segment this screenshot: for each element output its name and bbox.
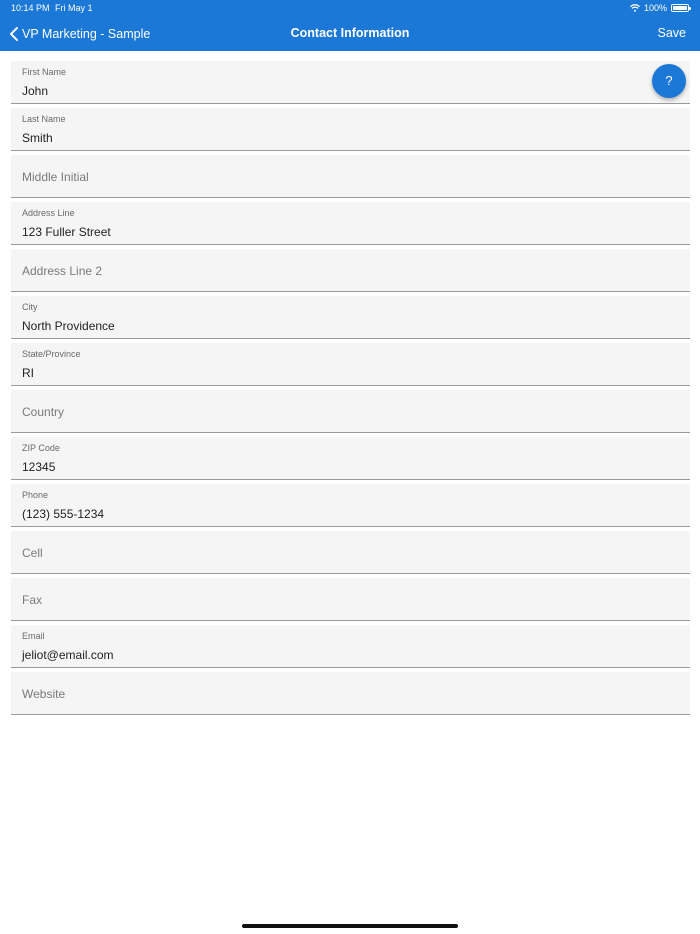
field-placeholder: Country [22,405,65,419]
back-button-label: VP Marketing - Sample [22,26,151,41]
email-field[interactable]: Email jeliot@email.com [11,625,690,668]
field-label: Phone [22,490,49,500]
field-label: First Name [22,67,67,77]
field-value: jeliot@email.com [22,648,114,662]
save-button[interactable]: Save [658,16,687,51]
field-label: Email [22,631,45,641]
battery-icon [671,4,691,12]
field-placeholder: Cell [22,546,43,560]
top-bar: 10:14 PM Fri May 1 100% Contact Informat… [0,0,700,51]
field-label: Address Line [22,208,75,218]
battery-percent: 100% [643,3,667,13]
field-value: John [22,84,49,98]
field-value: (123) 555-1234 [22,507,105,521]
field-value: North Providence [22,319,115,333]
address-line-field[interactable]: Address Line 123 Fuller Street [11,202,690,245]
back-button[interactable]: VP Marketing - Sample [8,16,150,51]
field-value: RI [22,366,34,380]
field-placeholder: Website [22,687,66,701]
address-line-2-field[interactable]: Address Line 2 [11,249,690,292]
field-placeholder: Address Line 2 [22,264,103,278]
field-placeholder: Fax [22,593,43,607]
middle-initial-field[interactable]: Middle Initial [11,155,690,198]
wifi-icon [630,4,640,12]
website-field[interactable]: Website [11,672,690,715]
city-field[interactable]: City North Providence [11,296,690,339]
state-province-field[interactable]: State/Province RI [11,343,690,386]
contact-information-screen: 10:14 PM Fri May 1 100% Contact Informat… [0,0,700,934]
field-label: Last Name [22,114,66,124]
home-indicator[interactable] [242,924,458,928]
status-date: Fri May 1 [55,3,93,13]
navigation-bar: Contact Information VP Marketing - Sampl… [0,16,700,51]
field-value: 123 Fuller Street [22,225,111,239]
status-right: 100% [630,0,691,16]
help-button[interactable]: ? [652,64,686,98]
zip-code-field[interactable]: ZIP Code 12345 [11,437,690,480]
first-name-field[interactable]: First Name John [11,61,690,104]
field-label: ZIP Code [22,443,60,453]
contact-form: First Name John Last Name Smith Middle I… [11,61,690,719]
field-placeholder: Middle Initial [22,170,89,184]
status-bar: 10:14 PM Fri May 1 100% [0,0,700,16]
last-name-field[interactable]: Last Name Smith [11,108,690,151]
field-label: City [22,302,38,312]
field-label: State/Province [22,349,81,359]
chevron-left-icon [10,26,18,41]
country-field[interactable]: Country [11,390,690,433]
phone-field[interactable]: Phone (123) 555-1234 [11,484,690,527]
fax-field[interactable]: Fax [11,578,690,621]
field-value: 12345 [22,460,56,474]
field-value: Smith [22,131,53,145]
status-time: 10:14 PM [11,3,50,13]
cell-field[interactable]: Cell [11,531,690,574]
